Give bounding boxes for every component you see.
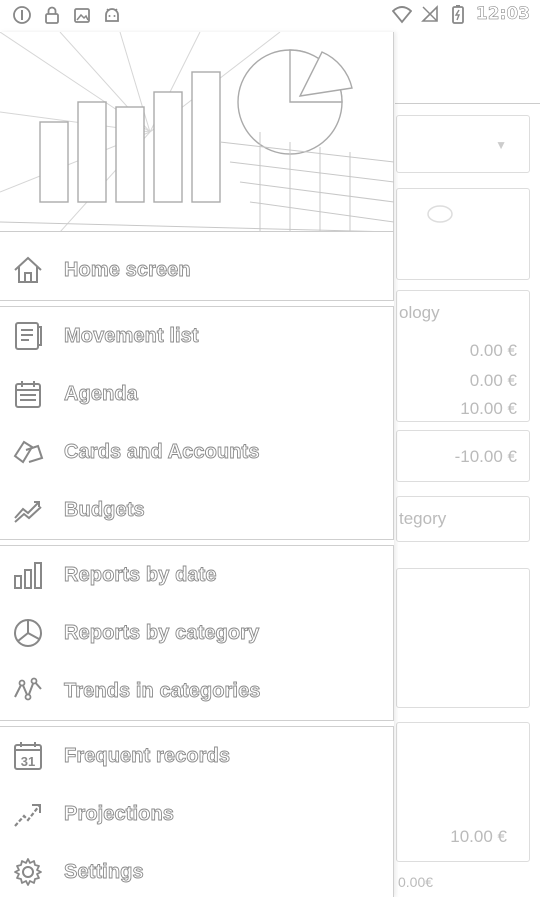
balance-value-2: 0.00 € <box>469 371 517 390</box>
footer-value: 0.00€ <box>398 874 434 890</box>
cards-icon <box>12 436 44 468</box>
summary-card <box>396 188 530 280</box>
battery-charging-icon <box>451 5 464 24</box>
menu-label-trends-in-categories: Trends in categories <box>64 679 261 702</box>
drawer-menu: Home screen Movement list Agenda Cards a… <box>0 240 394 897</box>
home-icon <box>12 254 44 286</box>
status-bar: 12:03 <box>0 0 540 32</box>
balance-value-1: 0.00 € <box>469 341 517 360</box>
clock: 12:03 <box>475 4 531 25</box>
chart-card <box>396 568 530 708</box>
balance-heading: ology <box>399 303 440 322</box>
projection-icon <box>12 798 44 830</box>
category-label: tegory <box>399 509 447 528</box>
budget-icon <box>12 494 44 526</box>
balance-value-3: 10.00 € <box>460 399 517 418</box>
gear-icon <box>12 856 44 888</box>
menu-item-cards-and-accounts[interactable]: Cards and Accounts <box>0 423 394 481</box>
pie-chart-icon <box>12 617 44 649</box>
menu-item-agenda[interactable]: Agenda <box>0 365 394 423</box>
menu-label-frequent-records: Frequent records <box>64 744 231 767</box>
navigation-drawer: Home screen Movement list Agenda Cards a… <box>0 32 394 897</box>
android-icon <box>105 8 119 22</box>
balance-card: ology 0.00 € 0.00 € 10.00 € <box>396 290 530 422</box>
menu-item-reports-by-date[interactable]: Reports by date <box>0 546 394 604</box>
image-icon <box>74 8 90 23</box>
menu-item-settings[interactable]: Settings <box>0 843 394 897</box>
menu-item-frequent-records[interactable]: 31 Frequent records <box>0 727 394 785</box>
no-signal-icon <box>420 5 438 22</box>
menu-item-home-screen[interactable]: Home screen <box>0 240 394 300</box>
menu-divider <box>0 300 394 307</box>
menu-label-reports-by-date: Reports by date <box>64 563 217 586</box>
menu-item-budgets[interactable]: Budgets <box>0 481 394 539</box>
app-bar-divider <box>395 103 540 104</box>
projection-value: 10.00 € <box>450 827 507 846</box>
list-icon <box>12 320 44 352</box>
menu-item-projections[interactable]: Projections <box>0 785 394 843</box>
drawer-header-image <box>0 32 394 232</box>
menu-label-projections: Projections <box>64 802 175 825</box>
menu-divider <box>0 720 394 727</box>
notification-icon <box>13 6 31 24</box>
trend-icon <box>12 675 44 707</box>
menu-label-settings: Settings <box>64 860 145 883</box>
svg-text:31: 31 <box>21 754 35 769</box>
menu-label-cards-and-accounts: Cards and Accounts <box>64 440 260 463</box>
bar-chart-icon <box>12 559 44 591</box>
menu-item-trends-in-categories[interactable]: Trends in categories <box>0 662 394 720</box>
menu-label-home-screen: Home screen <box>64 258 192 281</box>
chevron-down-icon: ▼ <box>495 138 507 152</box>
menu-label-budgets: Budgets <box>64 498 146 521</box>
menu-item-movement-list[interactable]: Movement list <box>0 307 394 365</box>
category-card[interactable]: tegory <box>396 496 530 542</box>
calendar-icon <box>12 378 44 410</box>
wallet-icon <box>427 205 453 223</box>
calendar-31-icon: 31 <box>12 740 44 772</box>
account-selector[interactable]: ▼ <box>396 115 530 173</box>
total-card: -10.00 € <box>396 430 530 482</box>
lock-icon <box>45 6 59 24</box>
menu-label-agenda: Agenda <box>64 382 139 405</box>
menu-item-reports-by-category[interactable]: Reports by category <box>0 604 394 662</box>
projection-card: 10.00 € <box>396 722 530 862</box>
wifi-icon <box>391 6 412 24</box>
total-value: -10.00 € <box>454 447 517 466</box>
menu-label-reports-by-category: Reports by category <box>64 621 260 644</box>
menu-divider <box>0 539 394 546</box>
menu-label-movement-list: Movement list <box>64 324 199 347</box>
